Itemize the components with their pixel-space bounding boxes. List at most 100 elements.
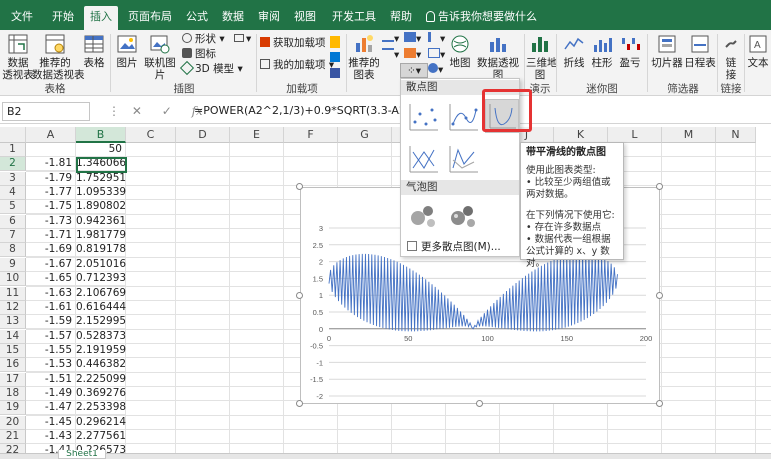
timeline-button[interactable]: 日程表 — [684, 33, 716, 69]
row-header[interactable]: 7 — [0, 229, 26, 244]
chart-resize-handle[interactable] — [656, 400, 663, 407]
column-header[interactable]: N — [716, 127, 756, 143]
people-graph-icon[interactable] — [330, 52, 340, 66]
cell-a[interactable]: -1.67 — [26, 257, 76, 272]
pivot-chart-button[interactable]: 数据透视图 — [474, 33, 522, 81]
cell-b[interactable]: 2.277561 — [76, 430, 126, 444]
row-header[interactable]: 2 — [0, 157, 26, 172]
cell-b[interactable]: 0.528373 — [76, 329, 126, 344]
tab-page-layout[interactable]: 页面布局 — [122, 6, 178, 30]
tab-developer[interactable]: 开发工具 — [326, 6, 382, 30]
column-header[interactable]: F — [284, 127, 338, 143]
waterfall-chart-dropdown[interactable]: ▾ — [404, 48, 421, 62]
cell-b[interactable]: 0.296214 — [76, 415, 126, 430]
column-header[interactable]: G — [338, 127, 392, 143]
scatter-straight-markers-option[interactable] — [405, 141, 439, 175]
pivot-table-button[interactable]: 数据 透视表 — [2, 33, 34, 81]
chart-resize-handle[interactable] — [296, 292, 303, 299]
icons-button[interactable]: 图标 — [182, 47, 216, 61]
row-header[interactable]: 12 — [0, 300, 26, 315]
cell-a[interactable]: -1.49 — [26, 386, 76, 401]
cell-a[interactable]: -1.45 — [26, 415, 76, 430]
select-all-corner[interactable] — [0, 127, 26, 143]
cell-a[interactable]: -1.73 — [26, 214, 76, 229]
slicer-button[interactable]: 切片器 — [650, 33, 684, 69]
tab-insert[interactable]: 插入 — [84, 6, 118, 30]
scatter-smooth-markers-option[interactable] — [445, 99, 479, 133]
cell-b[interactable]: 50 — [76, 143, 126, 157]
row-header[interactable]: 18 — [0, 386, 26, 401]
link-button[interactable]: 链 接 — [720, 33, 742, 81]
column-header[interactable]: C — [126, 127, 176, 143]
column-header[interactable]: B — [76, 127, 126, 143]
cell-b[interactable]: 2.051016 — [76, 257, 126, 272]
cell-b[interactable]: 1.095339 — [76, 186, 126, 201]
sparkline-winloss-button[interactable]: 盈亏 — [616, 33, 644, 69]
maps-button[interactable]: 地图 — [448, 33, 472, 69]
cell-a[interactable]: -1.43 — [26, 430, 76, 444]
row-header[interactable]: 9 — [0, 257, 26, 272]
statistic-chart-dropdown[interactable]: ▾ — [428, 32, 445, 46]
row-header[interactable]: 10 — [0, 272, 26, 287]
chart-resize-handle[interactable] — [296, 400, 303, 407]
pie-chart-dropdown[interactable]: ▾ — [428, 63, 443, 77]
tab-data[interactable]: 数据 — [216, 6, 250, 30]
cell-a[interactable]: -1.65 — [26, 272, 76, 287]
visio-icon[interactable] — [330, 68, 340, 82]
cell-a[interactable]: -1.71 — [26, 229, 76, 244]
cell-b[interactable]: 0.712393 — [76, 272, 126, 287]
row-header[interactable]: 14 — [0, 329, 26, 344]
column-header[interactable]: A — [26, 127, 76, 143]
cell-b[interactable]: 0.616444 — [76, 300, 126, 315]
row-header[interactable]: 5 — [0, 200, 26, 215]
more-scatter-charts-link[interactable]: 更多散点图(M)... — [407, 239, 501, 254]
bing-icon[interactable] — [330, 36, 340, 52]
column-header[interactable]: K — [554, 127, 608, 143]
cell-b[interactable]: 2.106769 — [76, 286, 126, 301]
cell-a[interactable]: -1.59 — [26, 315, 76, 330]
row-header[interactable]: 16 — [0, 358, 26, 373]
cell-b[interactable]: 2.191959 — [76, 343, 126, 358]
online-picture-button[interactable]: 联机图片 — [140, 33, 180, 81]
row-header[interactable]: 13 — [0, 315, 26, 330]
cell-b[interactable]: 2.253398 — [76, 401, 126, 416]
cell-b[interactable]: 0.942361 — [76, 214, 126, 229]
tell-me-box[interactable]: 告诉我你想要做什么 — [426, 6, 537, 28]
cell-a[interactable]: -1.57 — [26, 329, 76, 344]
cell-b[interactable]: 0.369276 — [76, 386, 126, 401]
cell-b[interactable]: 1.981779 — [76, 229, 126, 244]
cell-b[interactable]: 0.446382 — [76, 358, 126, 373]
chart-resize-handle[interactable] — [476, 400, 483, 407]
tab-help[interactable]: 帮助 — [384, 6, 418, 30]
combo-chart-dropdown[interactable]: ▾ — [428, 48, 445, 62]
row-header[interactable]: 3 — [0, 171, 26, 186]
name-box[interactable]: B2 — [2, 102, 90, 121]
line-chart-dropdown[interactable]: ▾ — [382, 48, 399, 62]
shapes-button[interactable]: 形状 ▾ — [182, 32, 225, 46]
row-header[interactable]: 19 — [0, 401, 26, 416]
cell-a[interactable] — [26, 143, 76, 157]
more-icon[interactable]: ⋮ — [108, 104, 120, 118]
column-header[interactable]: M — [662, 127, 716, 143]
cell-a[interactable]: -1.55 — [26, 343, 76, 358]
cell-a[interactable]: -1.47 — [26, 401, 76, 416]
cell-a[interactable]: -1.75 — [26, 200, 76, 215]
cell-b[interactable]: 2.225099 — [76, 372, 126, 387]
sparkline-line-button[interactable]: 折线 — [560, 33, 588, 69]
row-header[interactable]: 6 — [0, 214, 26, 229]
bubble-option[interactable] — [405, 197, 439, 231]
recommended-pivot-button[interactable]: 推荐的 数据透视表 — [32, 33, 85, 81]
cell-a[interactable]: -1.53 — [26, 358, 76, 373]
model-3d-button[interactable]: 3D 模型 ▾ — [179, 60, 243, 76]
row-header[interactable]: 8 — [0, 243, 26, 258]
scatter-straight-lines-option[interactable] — [445, 141, 479, 175]
cell-a[interactable]: -1.81 — [26, 157, 76, 172]
text-button[interactable]: A 文本 — [746, 33, 770, 69]
picture-button[interactable]: 图片 — [114, 33, 140, 69]
cell-a[interactable]: -1.61 — [26, 300, 76, 315]
cell-b[interactable]: 1.890802 — [76, 200, 126, 215]
row-header[interactable]: 20 — [0, 415, 26, 430]
hierarchy-chart-dropdown[interactable]: ▾ — [404, 32, 421, 46]
3d-map-button[interactable]: 三维地 图 — [526, 33, 558, 81]
column-header[interactable]: L — [608, 127, 662, 143]
